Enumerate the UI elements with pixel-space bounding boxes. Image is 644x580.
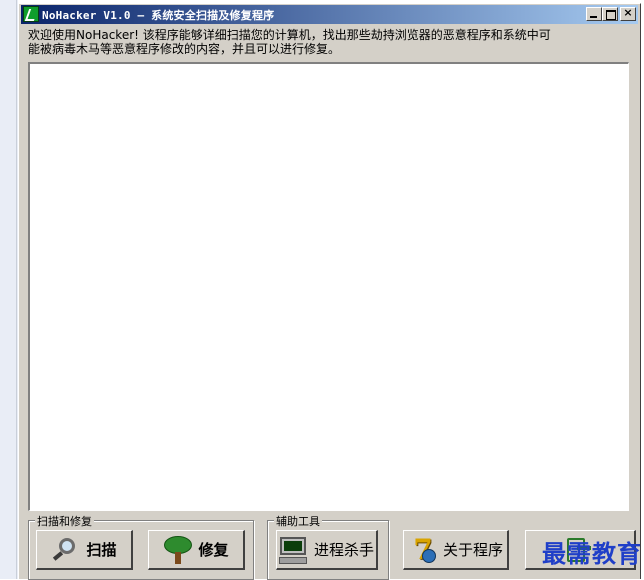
repair-button[interactable]: 修复 (148, 530, 245, 570)
process-killer-button[interactable]: 进程杀手 (276, 530, 378, 570)
scan-button[interactable]: 扫描 (36, 530, 133, 570)
maximize-icon (606, 10, 616, 20)
close-icon: × (623, 6, 633, 19)
repair-button-label: 修复 (198, 541, 229, 559)
app-logo-icon[interactable] (23, 6, 39, 22)
scan-results-list[interactable] (28, 62, 629, 511)
computer-monitor-icon (278, 535, 309, 565)
maximize-button[interactable] (602, 7, 618, 21)
app-window: NoHacker V1.0 — 系统安全扫描及修复程序 × 欢迎使用NoHack… (18, 3, 642, 580)
close-button[interactable]: × (620, 6, 636, 21)
minimize-button[interactable] (586, 7, 602, 21)
intro-line-1: 欢迎使用NoHacker! 该程序能够详细扫描您的计算机，找出那些劫持浏览器的恶… (28, 28, 551, 42)
window-title: NoHacker V1.0 — 系统安全扫描及修复程序 (42, 9, 275, 22)
intro-text: 欢迎使用NoHacker! 该程序能够详细扫描您的计算机，找出那些劫持浏览器的恶… (28, 28, 638, 56)
tree-icon (163, 535, 193, 565)
tools-group-label: 辅助工具 (274, 513, 322, 529)
title-bar[interactable]: NoHacker V1.0 — 系统安全扫描及修复程序 × (21, 5, 638, 24)
minimize-icon (590, 16, 597, 18)
intro-line-2: 能被病毒木马等恶意程序修改的内容，并且可以进行修复。 (28, 42, 341, 56)
desktop-strip (0, 0, 18, 579)
scan-repair-group-label: 扫描和修复 (35, 513, 94, 529)
process-killer-label: 进程杀手 (313, 541, 374, 559)
scan-button-label: 扫描 (86, 541, 117, 559)
about-button-label: 关于程序 (442, 541, 503, 559)
watermark: 最需教育 (542, 539, 642, 568)
seven-globe-icon: 7 (408, 534, 438, 565)
magnifier-icon (51, 535, 81, 565)
about-button[interactable]: 7 关于程序 (403, 530, 509, 570)
